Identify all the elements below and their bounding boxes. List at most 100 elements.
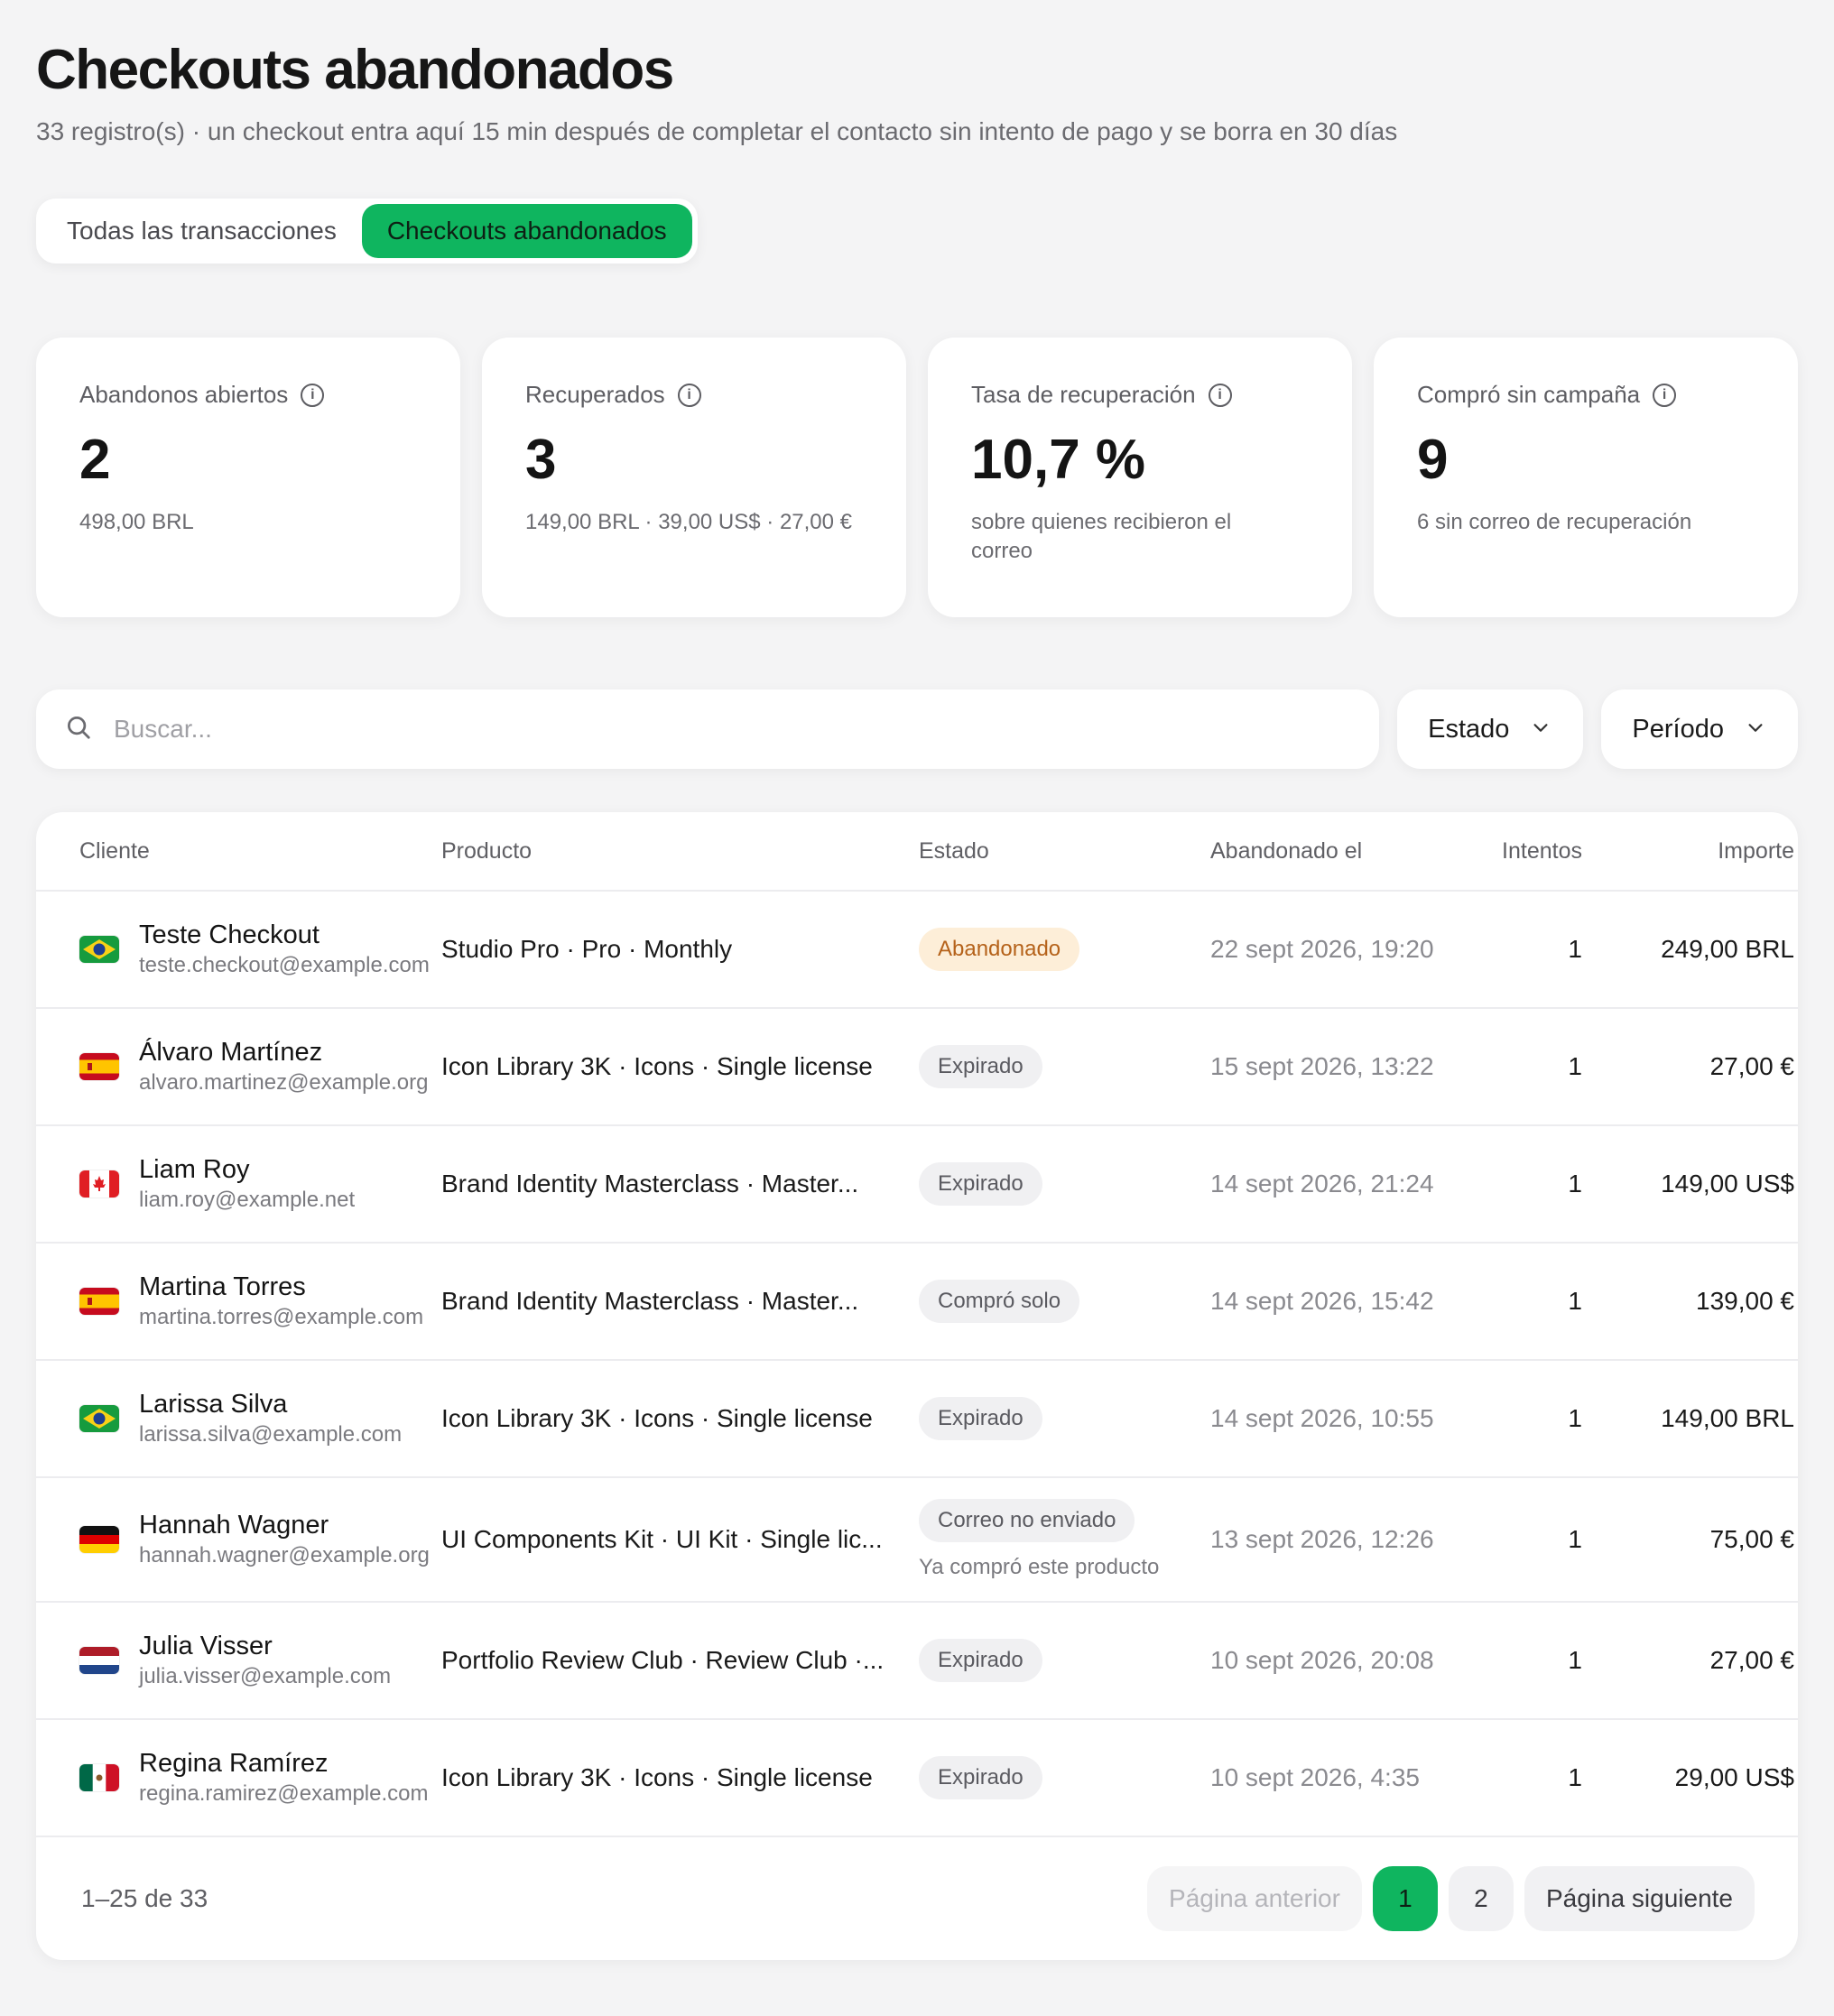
abandoned-date: 22 sept 2026, 19:20	[1210, 935, 1434, 963]
column-header-attempts[interactable]: Intentos	[1481, 838, 1589, 865]
stat-label: Compró sin campaña	[1417, 381, 1641, 408]
column-header-status[interactable]: Estado	[919, 838, 1210, 865]
table-row[interactable]: Hannah Wagner hannah.wagner@example.org …	[36, 1478, 1798, 1603]
status-badge: Abandonado	[919, 928, 1080, 971]
status-badge: Expirado	[919, 1162, 1042, 1206]
status-badge: Expirado	[919, 1756, 1042, 1799]
status-badge: Expirado	[919, 1045, 1042, 1088]
stat-sub: 6 sin correo de recuperación	[1417, 510, 1692, 534]
tab-bar: Todas las transacciones Checkouts abando…	[36, 199, 698, 264]
column-header-date[interactable]: Abandonado el	[1210, 838, 1481, 865]
client-email: hannah.wagner@example.org	[139, 1543, 430, 1567]
flag-spain-icon	[79, 1053, 119, 1080]
chevron-down-icon	[1746, 715, 1765, 744]
amount: 29,00 US$	[1674, 1763, 1794, 1791]
client-name: Teste Checkout	[139, 920, 320, 949]
stat-label: Abandonos abiertos	[79, 381, 289, 408]
attempts-count: 1	[1568, 1287, 1582, 1315]
amount: 27,00 €	[1709, 1052, 1794, 1080]
client-email: martina.torres@example.com	[139, 1305, 424, 1329]
abandoned-date: 15 sept 2026, 13:22	[1210, 1052, 1434, 1080]
abandoned-date: 14 sept 2026, 15:42	[1210, 1287, 1434, 1315]
product-name: Brand Identity Masterclass · Master...	[441, 1287, 859, 1315]
amount: 139,00 €	[1696, 1287, 1794, 1315]
stat-card-recovered: Recuperados i 3 149,00 BRL · 39,00 US$ ·…	[482, 338, 906, 617]
client-name: Larissa Silva	[139, 1390, 288, 1419]
chevron-down-icon	[1531, 715, 1551, 744]
flag-brazil-icon	[79, 936, 119, 963]
attempts-count: 1	[1568, 1052, 1582, 1080]
abandoned-date: 13 sept 2026, 12:26	[1210, 1525, 1434, 1553]
table-row[interactable]: Regina Ramírez regina.ramirez@example.co…	[36, 1720, 1798, 1837]
attempts-count: 1	[1568, 1646, 1582, 1674]
client-email: julia.visser@example.com	[139, 1664, 392, 1688]
page-button-1[interactable]: 1	[1372, 1866, 1438, 1931]
info-icon[interactable]: i	[677, 383, 701, 407]
stat-value: 10,7 %	[971, 429, 1146, 491]
table-row[interactable]: Martina Torres martina.torres@example.co…	[36, 1244, 1798, 1361]
client-name: Martina Torres	[139, 1272, 306, 1301]
product-name: UI Components Kit · UI Kit · Single lic.…	[441, 1525, 883, 1553]
column-header-product[interactable]: Producto	[441, 838, 919, 865]
client-name: Liam Roy	[139, 1155, 250, 1184]
status-badge: Correo no enviado	[919, 1499, 1135, 1542]
tab-abandoned-checkouts[interactable]: Checkouts abandonados	[361, 204, 692, 258]
client-email: regina.ramirez@example.com	[139, 1781, 429, 1806]
search-icon	[65, 714, 92, 745]
previous-page-button[interactable]: Página anterior	[1147, 1866, 1362, 1931]
client-email: teste.checkout@example.com	[139, 953, 430, 977]
stat-sub: 149,00 BRL · 39,00 US$ · 27,00 €	[525, 510, 853, 534]
page-button-2[interactable]: 2	[1448, 1866, 1514, 1931]
info-icon[interactable]: i	[1208, 383, 1232, 407]
table-row[interactable]: Álvaro Martínez alvaro.martinez@example.…	[36, 1009, 1798, 1126]
stat-value: 2	[79, 429, 111, 491]
attempts-count: 1	[1568, 1763, 1582, 1791]
product-name: Icon Library 3K · Icons · Single license	[441, 1763, 873, 1791]
client-email: liam.roy@example.net	[139, 1188, 356, 1212]
stat-card-recovery-rate: Tasa de recuperación i 10,7 % sobre quie…	[928, 338, 1352, 617]
status-badge: Expirado	[919, 1639, 1042, 1682]
period-filter-dropdown[interactable]: Período	[1601, 689, 1798, 769]
status-badge: Compró solo	[919, 1280, 1080, 1323]
attempts-count: 1	[1568, 1404, 1582, 1432]
flag-canada-icon	[79, 1170, 119, 1198]
table-header: Cliente Producto Estado Abandonado el In…	[36, 812, 1798, 892]
info-icon[interactable]: i	[1653, 383, 1677, 407]
table-row[interactable]: Larissa Silva larissa.silva@example.com …	[36, 1361, 1798, 1478]
filter-bar: Estado Período	[36, 689, 1798, 769]
column-header-amount[interactable]: Importe	[1589, 838, 1798, 865]
pagination-range: 1–25 de 33	[81, 1884, 208, 1912]
table-row[interactable]: Julia Visser julia.visser@example.com Po…	[36, 1603, 1798, 1720]
product-name: Studio Pro · Pro · Monthly	[441, 935, 733, 963]
client-name: Julia Visser	[139, 1632, 273, 1660]
table-row[interactable]: Teste Checkout teste.checkout@example.co…	[36, 892, 1798, 1009]
flag-mexico-icon	[79, 1764, 119, 1791]
search-box[interactable]	[36, 689, 1380, 769]
tab-all-transactions[interactable]: Todas las transacciones	[42, 204, 362, 258]
client-name: Hannah Wagner	[139, 1511, 329, 1540]
stat-label: Recuperados	[525, 381, 665, 408]
next-page-button[interactable]: Página siguiente	[1524, 1866, 1755, 1931]
abandoned-date: 14 sept 2026, 10:55	[1210, 1404, 1434, 1432]
product-name: Icon Library 3K · Icons · Single license	[441, 1052, 873, 1080]
client-name: Regina Ramírez	[139, 1749, 329, 1778]
status-note: Ya compró este producto	[919, 1555, 1160, 1579]
page: Checkouts abandonados 33 registro(s) · u…	[36, 36, 1798, 1960]
stats-row: Abandonos abiertos i 2 498,00 BRL Recupe…	[36, 338, 1798, 617]
client-name: Álvaro Martínez	[139, 1038, 323, 1067]
status-filter-dropdown[interactable]: Estado	[1397, 689, 1584, 769]
search-input[interactable]	[114, 715, 1380, 744]
product-name: Brand Identity Masterclass · Master...	[441, 1170, 859, 1198]
table-row[interactable]: Liam Roy liam.roy@example.net Brand Iden…	[36, 1126, 1798, 1244]
page-subtitle: 33 registro(s) · un checkout entra aquí …	[36, 117, 1398, 145]
amount: 249,00 BRL	[1661, 935, 1794, 963]
info-icon[interactable]: i	[301, 383, 325, 407]
table-footer: 1–25 de 33 Página anterior 1 2 Página si…	[36, 1837, 1798, 1960]
amount: 149,00 US$	[1661, 1170, 1794, 1198]
abandoned-date: 10 sept 2026, 4:35	[1210, 1763, 1420, 1791]
client-email: larissa.silva@example.com	[139, 1422, 403, 1447]
flag-brazil-icon	[79, 1405, 119, 1432]
period-filter-label: Período	[1632, 714, 1724, 744]
column-header-client[interactable]: Cliente	[36, 838, 441, 865]
page-title: Checkouts abandonados	[36, 39, 674, 101]
